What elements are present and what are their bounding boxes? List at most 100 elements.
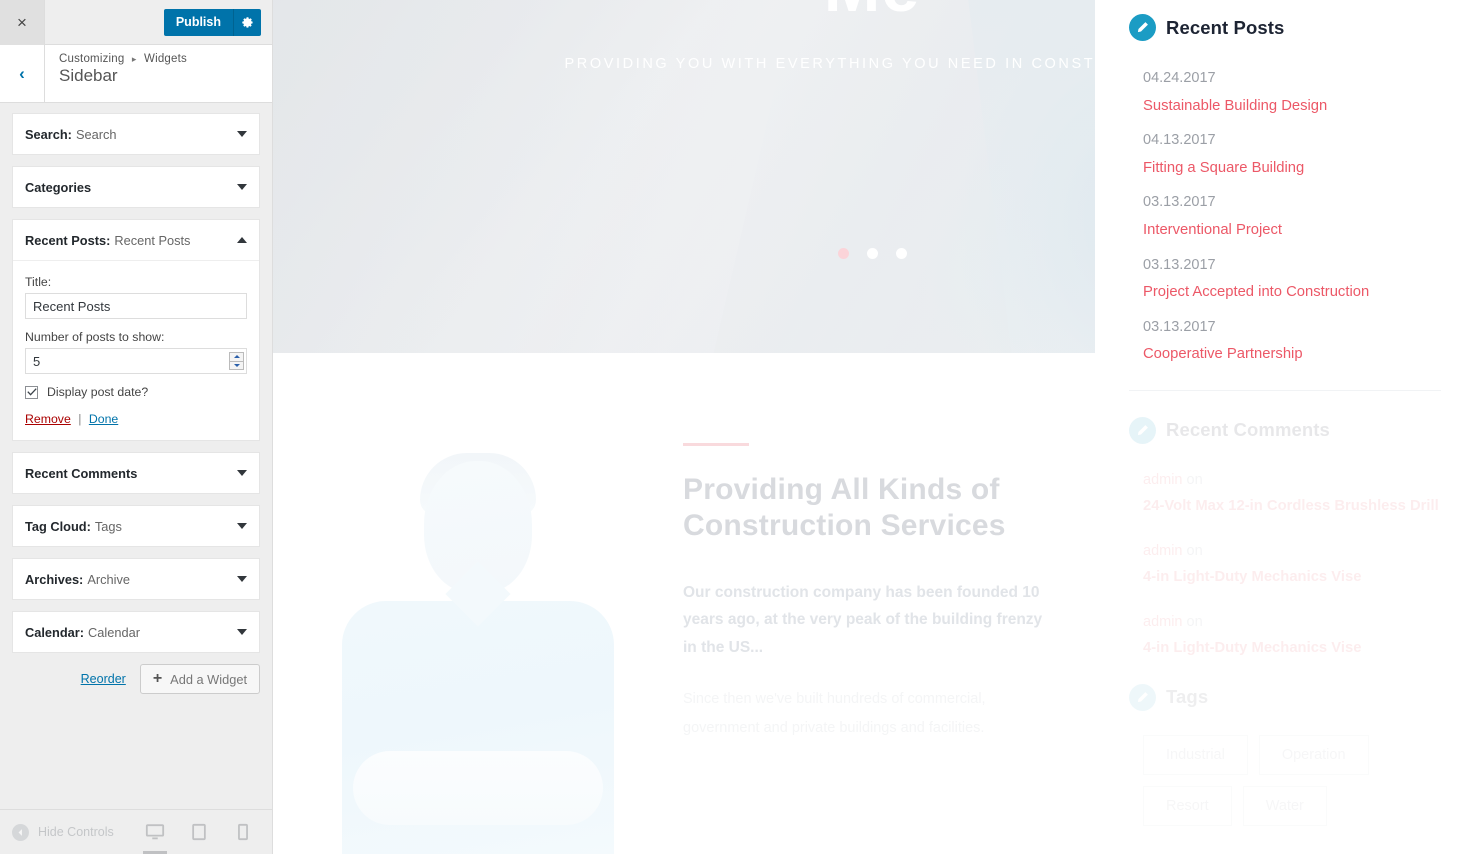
chevron-down-icon — [237, 629, 247, 635]
comment-author: admin — [1143, 543, 1183, 560]
close-customizer-button[interactable]: × — [0, 0, 45, 45]
widget-archives-name: Archives: — [25, 571, 84, 587]
breadcrumb: Customizing ▸ Widgets — [59, 53, 187, 65]
publish-group: Publish — [163, 8, 261, 36]
title-label: Title: — [25, 275, 52, 289]
widget-actions: Remove | Done — [25, 412, 247, 426]
done-link[interactable]: Done — [89, 412, 118, 426]
about-photo-column — [273, 443, 683, 854]
desktop-icon — [145, 824, 165, 840]
publish-settings-button[interactable] — [233, 8, 261, 36]
widget-calendar: Calendar: Calendar — [12, 611, 260, 653]
recent-comments-title: Recent Comments — [1166, 419, 1330, 441]
tablet-icon — [192, 823, 206, 841]
comment-meta: admin on — [1143, 539, 1441, 564]
post-link[interactable]: Fitting a Square Building — [1143, 155, 1304, 182]
widget-tag-cloud: Tag Cloud: Tags — [12, 505, 260, 547]
device-preview-tablet[interactable] — [184, 810, 214, 854]
tags-heading: Tags — [1129, 683, 1441, 711]
device-preview-desktop[interactable] — [140, 810, 170, 854]
post-date: 03.13.2017 — [1143, 256, 1216, 273]
action-separator: | — [78, 412, 82, 426]
tag-chip[interactable]: Water — [1242, 785, 1327, 826]
quantity-stepper[interactable] — [229, 352, 244, 370]
gear-icon — [242, 16, 253, 28]
widget-archives-header[interactable]: Archives: Archive — [13, 559, 259, 599]
breadcrumb-section: Widgets — [144, 53, 187, 65]
device-preview-mobile[interactable] — [228, 810, 258, 854]
customizer-section-header: ‹ Customizing ▸ Widgets Sidebar — [0, 45, 272, 103]
carousel-dot-3[interactable] — [895, 248, 907, 259]
posts-count-input[interactable] — [25, 348, 247, 374]
customizer-footer: Hide Controls — [0, 809, 272, 854]
carousel-dot-1[interactable] — [837, 248, 849, 259]
widget-search-header[interactable]: Search: Search — [13, 114, 259, 154]
comment-post-link[interactable]: 4-in Light-Duty Mechanics Vise — [1143, 635, 1361, 662]
widget-list: Search: Search Categories Recent Posts: … — [0, 103, 272, 809]
post-date: 03.13.2017 — [1143, 194, 1216, 211]
widget-tag-cloud-header[interactable]: Tag Cloud: Tags — [13, 506, 259, 546]
carousel-dot-2[interactable] — [866, 248, 878, 259]
caret-left-icon — [18, 828, 22, 836]
collapse-icon — [12, 823, 29, 841]
caret-up-icon — [233, 355, 240, 359]
count-field-group: Number of posts to show: — [25, 330, 247, 374]
page-title: Sidebar — [59, 66, 118, 85]
about-body-paragraph: Since then we've built hundreds of comme… — [683, 691, 986, 736]
comment-post-link[interactable]: 24-Volt Max 12-in Cordless Brushless Dri… — [1143, 493, 1439, 520]
recent-posts-title: Recent Posts — [1166, 16, 1285, 38]
display-post-date-checkbox[interactable] — [25, 385, 38, 399]
tag-chip[interactable]: Industrial — [1143, 734, 1248, 775]
widget-calendar-instance: Calendar — [88, 624, 140, 640]
remove-widget-link[interactable]: Remove — [25, 412, 71, 426]
count-input-wrap — [25, 348, 247, 374]
reorder-link[interactable]: Reorder — [81, 672, 126, 686]
hero-subtitle: PROVIDING YOU WITH EVERYTHING YOU NEED I… — [564, 56, 1180, 72]
widget-recent-comments: Recent Comments — [12, 452, 260, 494]
device-preview-group — [140, 810, 272, 854]
widget-calendar-header[interactable]: Calendar: Calendar — [13, 612, 259, 652]
hide-controls-button[interactable]: Hide Controls — [0, 823, 114, 841]
widget-categories-header[interactable]: Categories — [13, 167, 259, 207]
stepper-increment-button[interactable] — [230, 353, 243, 362]
list-item: admin on 4-in Light-Duty Mechanics Vise — [1129, 610, 1441, 661]
comment-author: admin — [1143, 471, 1183, 488]
chevron-down-icon — [237, 576, 247, 582]
post-link[interactable]: Sustainable Building Design — [1143, 93, 1327, 120]
hide-controls-label: Hide Controls — [38, 825, 114, 839]
add-widget-button[interactable]: + Add a Widget — [139, 664, 260, 694]
comment-post-link[interactable]: 4-in Light-Duty Mechanics Vise — [1143, 564, 1361, 591]
tags-title: Tags — [1166, 686, 1209, 708]
display-date-row: Display post date? — [25, 385, 247, 399]
widget-recent-posts: Recent Posts: Recent Posts Title: Number… — [12, 219, 260, 441]
widget-tag-cloud-instance: Tags — [94, 518, 122, 534]
widget-calendar-name: Calendar: — [25, 624, 85, 640]
pencil-glyph-icon — [1137, 691, 1148, 702]
chevron-down-icon — [237, 131, 247, 137]
widget-recent-comments-header[interactable]: Recent Comments — [13, 453, 259, 493]
comment-on-label: on — [1186, 543, 1203, 560]
checkmark-icon — [26, 388, 37, 396]
comment-on-label: on — [1186, 471, 1203, 488]
widget-archives: Archives: Archive — [12, 558, 260, 600]
recent-posts-widget: Recent Posts 04.24.2017 Sustainable Buil… — [1129, 14, 1441, 368]
list-item: 03.13.2017 Cooperative Partnership — [1129, 314, 1441, 368]
tags-widget: Tags Industrial Operation Resort Water — [1129, 683, 1441, 826]
widget-recent-posts-form: Title: Number of posts to show: — [13, 260, 259, 440]
publish-button[interactable]: Publish — [163, 8, 233, 36]
widget-categories: Categories — [12, 166, 260, 208]
tag-chip[interactable]: Operation — [1258, 734, 1369, 775]
tag-chip[interactable]: Resort — [1143, 785, 1232, 826]
post-link[interactable]: Project Accepted into Construction — [1143, 279, 1369, 306]
post-link[interactable]: Cooperative Partnership — [1143, 341, 1303, 368]
back-button[interactable]: ‹ — [0, 45, 45, 102]
about-heading: Providing All Kinds of Construction Serv… — [683, 473, 1006, 543]
mobile-icon — [238, 823, 248, 841]
title-input[interactable] — [25, 293, 247, 319]
post-link[interactable]: Interventional Project — [1143, 217, 1282, 244]
stepper-decrement-button[interactable] — [230, 362, 243, 370]
widget-recent-posts-header[interactable]: Recent Posts: Recent Posts — [13, 220, 259, 260]
pencil-glyph-icon — [1137, 22, 1148, 33]
comment-author: admin — [1143, 614, 1183, 631]
caret-down-icon — [233, 363, 240, 367]
